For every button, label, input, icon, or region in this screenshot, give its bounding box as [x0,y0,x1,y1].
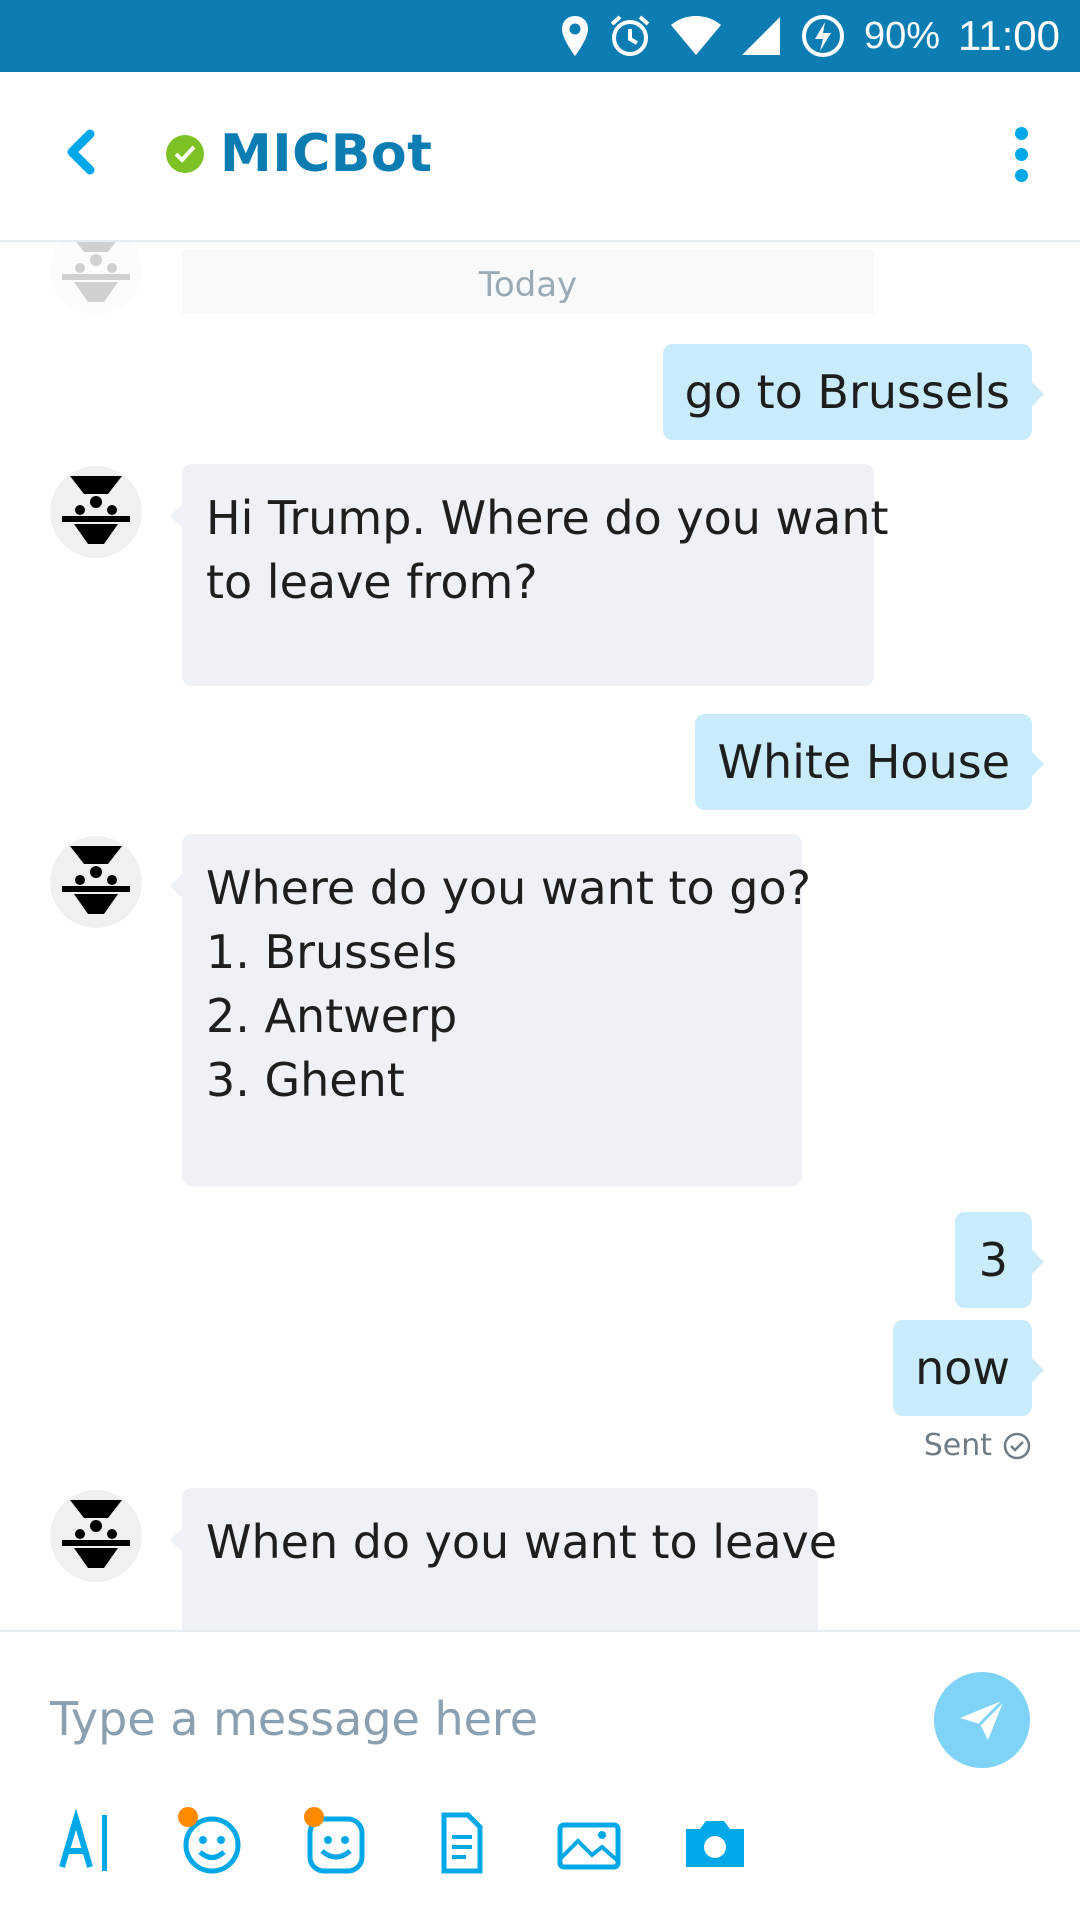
message-text: Where do you want to go? [206,861,812,915]
sent-message[interactable]: White House [695,714,1044,810]
emoji-button[interactable] [176,1807,256,1887]
file-button[interactable] [434,1807,514,1887]
message-text: to leave from? [206,555,538,609]
contact-name[interactable]: MICBot [220,124,432,184]
bot-avatar [50,1490,142,1582]
sent-message[interactable]: go to Brussels [662,344,1045,440]
battery-percent: 90% [863,14,940,57]
send-icon [960,1698,1006,1740]
message-text: 1. Brussels [206,925,458,979]
presence-online-icon [166,135,204,173]
message-composer [0,1630,1080,1922]
received-message[interactable]: Where do you want to go? 1. Brussels 2. … [170,834,812,1186]
dot [1014,169,1028,182]
gallery-icon [557,1822,621,1870]
message-text: go to Brussels [684,365,1010,419]
battery-saver-icon [801,15,844,57]
status-bar: 90% 11:00 [0,0,1080,72]
text-format-icon [59,1808,107,1871]
text-format-button[interactable] [56,1807,136,1887]
received-message[interactable]: Hi Trump. Where do you want to leave fro… [170,464,889,686]
sent-status-label: Sent [923,1428,992,1463]
bot-avatar [50,836,142,928]
message-text: 3 [978,1233,1008,1287]
more-options-button[interactable] [1006,127,1036,187]
dot [1014,148,1028,161]
location-icon [561,16,588,56]
camera-icon [686,1821,744,1867]
message-text: now [915,1341,1010,1395]
clock: 11:00 [958,12,1060,59]
message-text: 3. Ghent [206,1053,405,1107]
wifi-icon [670,16,721,55]
back-button[interactable] [50,112,120,192]
message-text: Hi Trump. Where do you want [206,491,889,545]
composer-toolbar [0,1807,1080,1897]
message-input[interactable] [48,1668,892,1770]
message-text: 2. Antwerp [206,989,458,1043]
gallery-button[interactable] [554,1807,634,1887]
chat-header: MICBot [0,72,1080,242]
chevron-left-icon [67,129,95,175]
message-text: When do you want to leave [206,1515,838,1569]
file-icon [441,1812,483,1874]
check-circle-icon [1003,1432,1031,1459]
camera-button[interactable] [680,1807,760,1887]
notification-dot [304,1807,324,1827]
sticker-button[interactable] [300,1807,380,1887]
bot-avatar [50,466,142,558]
bot-avatar [50,242,142,316]
send-button[interactable] [934,1672,1030,1768]
signal-icon [741,17,780,55]
conversation[interactable]: Today go to Brussels Hi Trump. Where do … [0,242,1080,1630]
alarm-icon [610,15,650,56]
sent-message[interactable]: 3 [954,1212,1045,1308]
received-message[interactable]: When do you want to leave [170,1488,838,1630]
date-separator: Today [182,250,874,314]
notification-dot [178,1807,198,1827]
message-text: White House [717,735,1010,789]
dot [1014,127,1028,140]
sent-message[interactable]: now [893,1320,1044,1416]
sent-status: Sent [924,1428,1032,1463]
